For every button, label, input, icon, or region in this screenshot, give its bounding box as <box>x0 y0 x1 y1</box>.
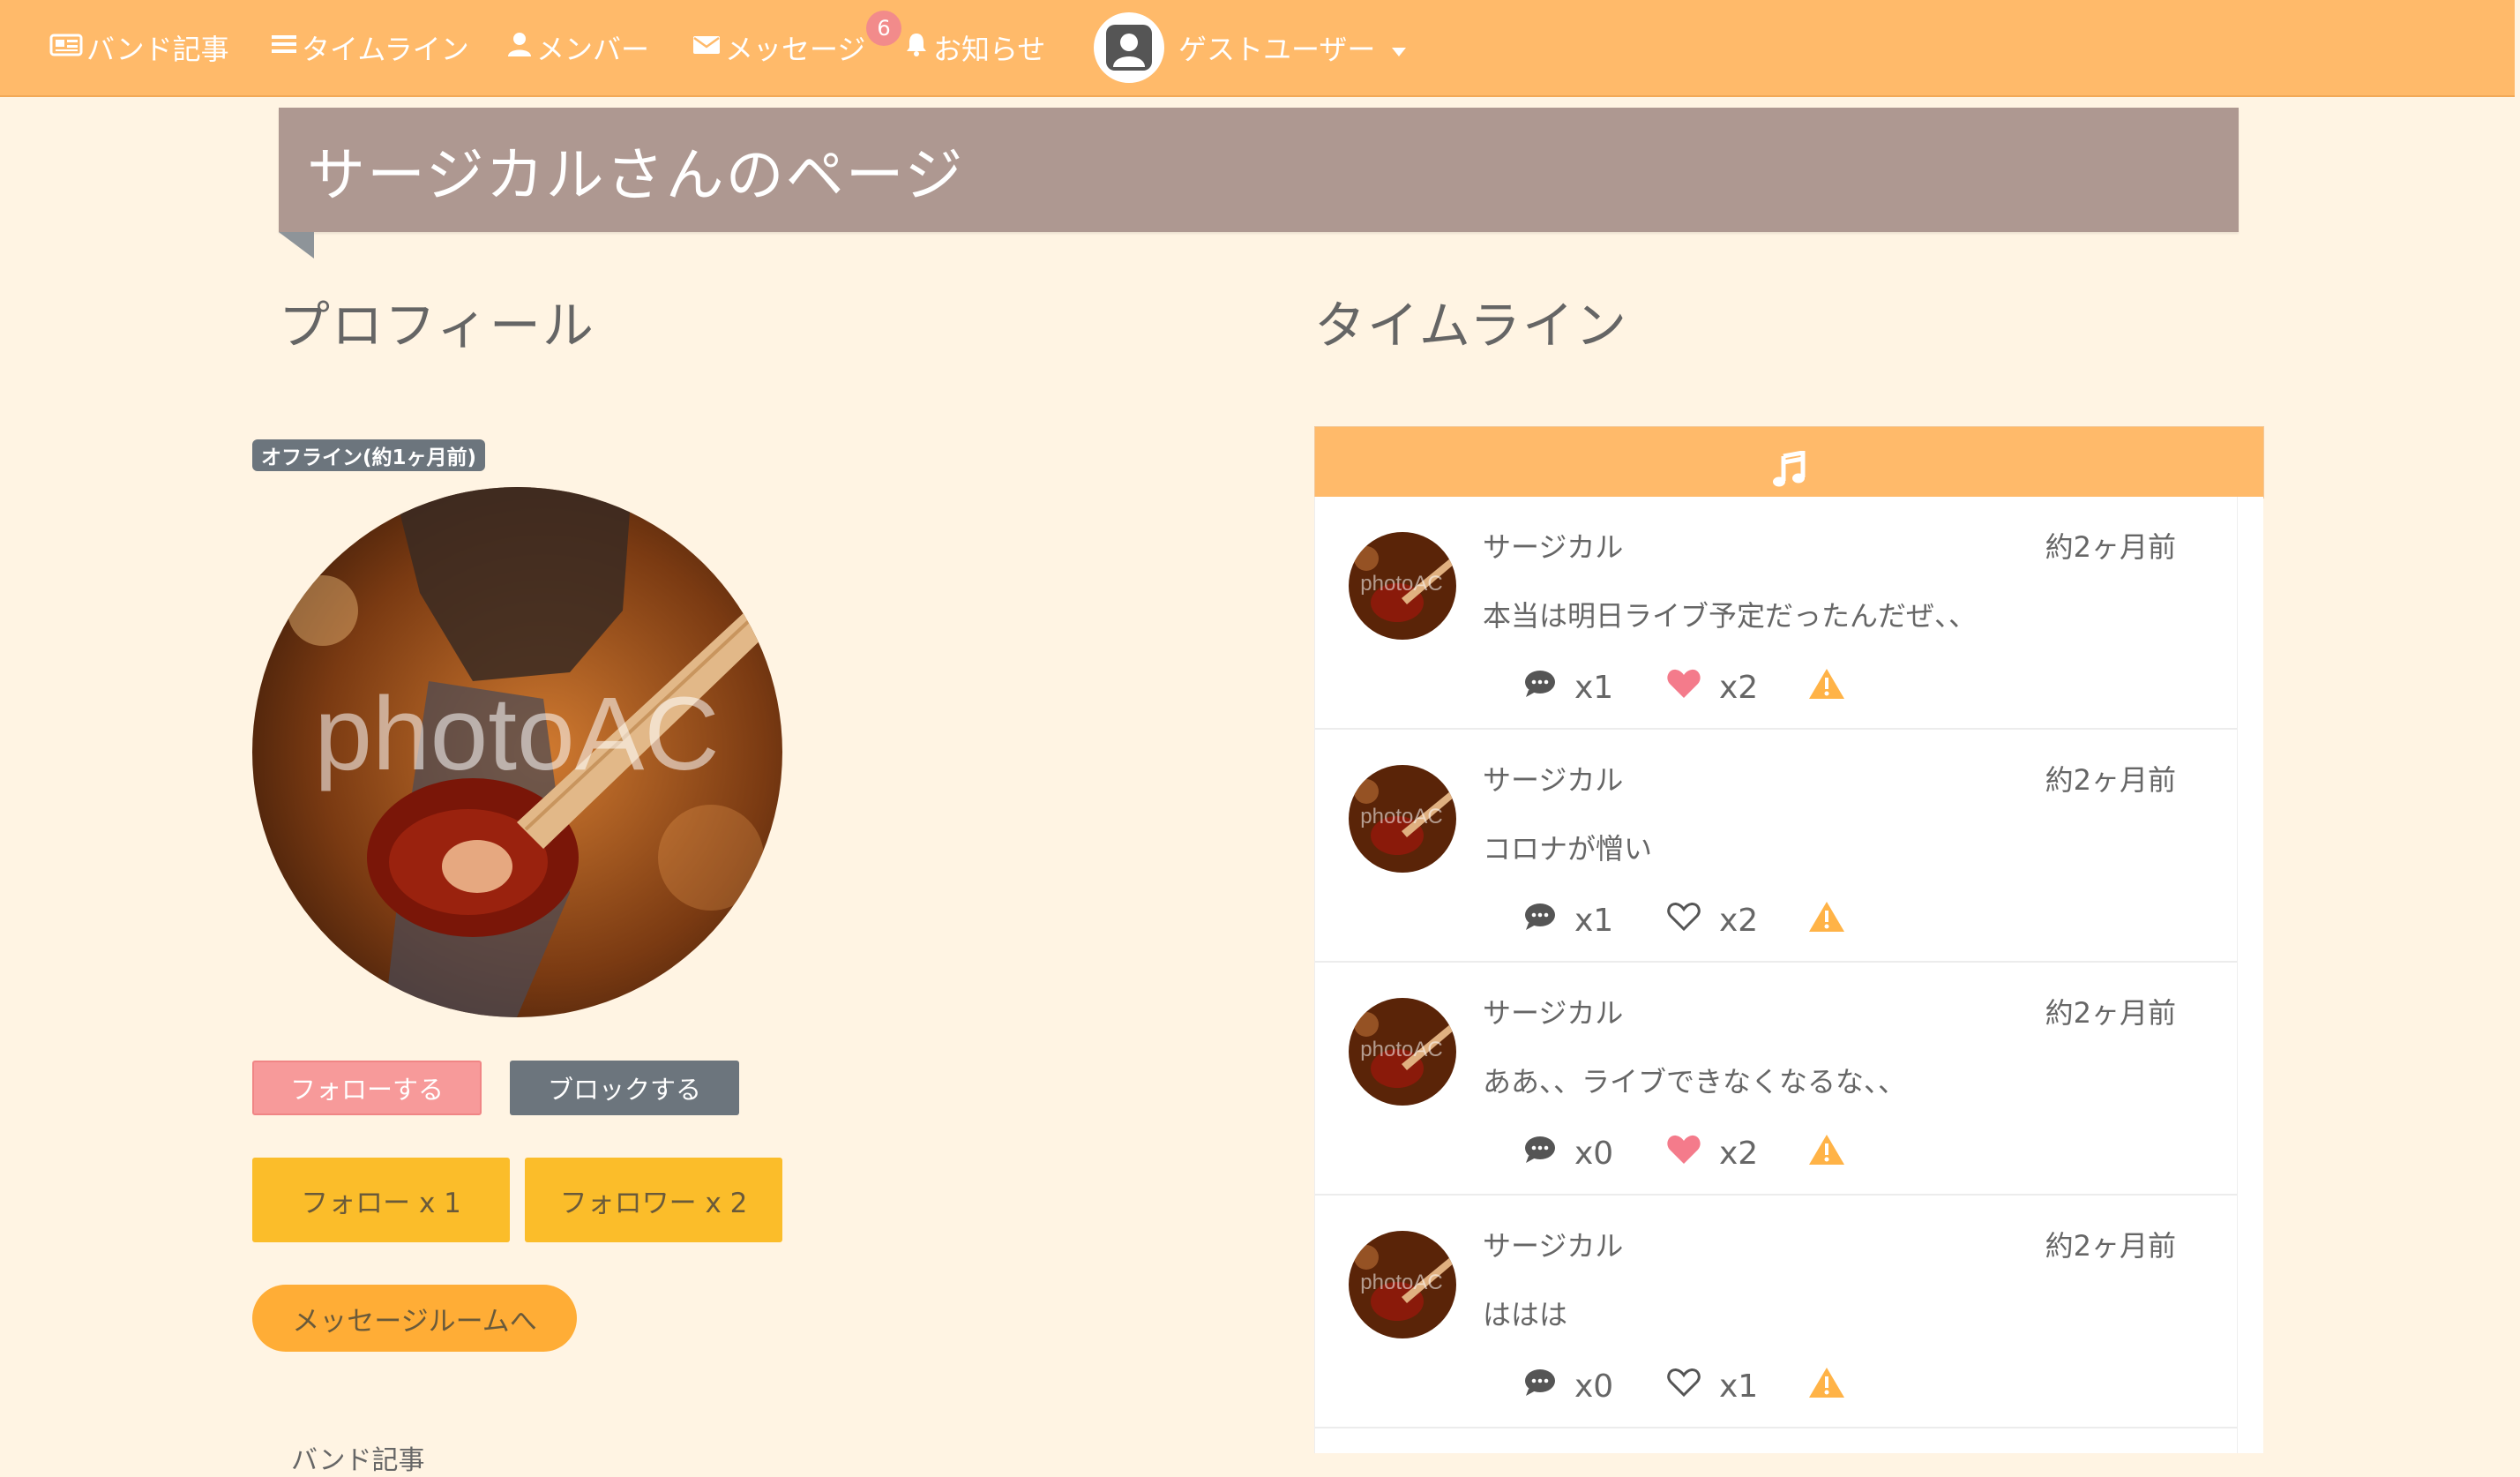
nav-item-label: メッセージ <box>725 33 866 66</box>
like-count: x1 <box>1719 1368 1759 1405</box>
avatar-icon <box>1106 25 1152 71</box>
page-header-banner: サージカルさんのページ <box>279 108 2239 232</box>
nav-item-notifications[interactable]: お知らせ <box>903 0 1045 95</box>
nav-item-timeline[interactable]: タイムライン <box>270 0 469 95</box>
svg-text:photoAC: photoAC <box>1360 572 1442 596</box>
user-menu-label: ゲストユーザー <box>1178 33 1376 66</box>
profile-heading: プロフィール <box>279 296 595 356</box>
warning-icon <box>1807 900 1846 941</box>
comment-button[interactable]: x1 <box>1523 668 1613 707</box>
warning-icon <box>1807 667 1846 709</box>
band-articles-heading: バンド記事 <box>291 1445 425 1476</box>
page-title: サージカルさんのページ <box>307 140 965 209</box>
following-count-button[interactable]: フォロー x 1 <box>252 1158 510 1242</box>
profile-photo: photoAC <box>252 487 782 1017</box>
follow-button[interactable]: フォローする <box>252 1061 482 1115</box>
timeline-list: photoAC サージカル 約2ヶ月前 本当は明日ライブ予定だったんだぜ、、 x… <box>1314 497 2238 1453</box>
timeline-post[interactable]: photoAC サージカル 約2ヶ月前 コロナが憎い x1 x2 <box>1315 730 2238 963</box>
caret-down-icon <box>1391 31 1410 64</box>
comment-count: x0 <box>1574 1368 1614 1405</box>
post-author-avatar[interactable]: photoAC <box>1349 998 1456 1106</box>
timeline-post[interactable]: photoAC サージカル 約2ヶ月前 本当は明日ライブ予定だったんだぜ、、 x… <box>1315 497 2238 730</box>
svg-text:photoAC: photoAC <box>1360 1038 1442 1061</box>
nav-item-messages[interactable]: メッセージ <box>692 0 865 95</box>
like-button[interactable]: x2 <box>1666 1134 1758 1173</box>
user-menu-dropdown[interactable]: ゲストユーザー <box>1178 0 1410 95</box>
top-navbar: バンド記事 タイムライン メンバー メッセージ 6 お知らせ ゲストユーザー <box>0 0 2515 97</box>
like-button[interactable]: x2 <box>1666 901 1758 940</box>
post-text: ははは <box>1483 1298 1568 1331</box>
message-count-badge: 6 <box>866 11 901 46</box>
report-button[interactable] <box>1807 1367 1846 1406</box>
nav-item-label: タイムライン <box>302 33 469 66</box>
post-author-name[interactable]: サージカル <box>1483 1224 1623 1264</box>
nav-item-label: お知らせ <box>933 33 1046 66</box>
comment-icon <box>1523 669 1557 707</box>
post-author-avatar[interactable]: photoAC <box>1349 765 1456 873</box>
svg-text:photoAC: photoAC <box>1360 805 1442 828</box>
comment-icon <box>1523 1135 1557 1173</box>
newspaper-icon <box>49 31 86 64</box>
report-button[interactable] <box>1807 1134 1846 1173</box>
post-author-avatar[interactable]: photoAC <box>1349 1231 1456 1338</box>
nav-item-band-articles[interactable]: バンド記事 <box>49 0 229 95</box>
message-room-button[interactable]: メッセージルームへ <box>252 1285 577 1352</box>
user-icon <box>506 31 536 64</box>
post-text: 本当は明日ライブ予定だったんだぜ、、 <box>1483 599 1978 633</box>
like-button[interactable]: x2 <box>1666 668 1758 707</box>
comment-button[interactable]: x0 <box>1523 1134 1613 1173</box>
post-author-name[interactable]: サージカル <box>1483 991 1623 1031</box>
followers-count-button[interactable]: フォロワー x 2 <box>525 1158 782 1242</box>
comment-count: x0 <box>1574 1135 1614 1172</box>
music-note-icon <box>1772 450 1806 491</box>
banner-fold-decoration <box>279 232 314 259</box>
nav-item-members[interactable]: メンバー <box>506 0 649 95</box>
post-text: コロナが憎い <box>1483 832 1653 866</box>
online-status-badge: オフライン(約1ヶ月前) <box>252 439 486 471</box>
heart-filled-icon <box>1666 668 1701 708</box>
post-timestamp: 約2ヶ月前 <box>2045 996 2176 1030</box>
user-avatar[interactable] <box>1094 12 1164 83</box>
warning-icon <box>1807 1133 1846 1174</box>
comment-button[interactable]: x1 <box>1523 901 1613 940</box>
like-count: x2 <box>1719 902 1759 939</box>
post-author-name[interactable]: サージカル <box>1483 758 1623 798</box>
report-button[interactable] <box>1807 668 1846 707</box>
post-timestamp: 約2ヶ月前 <box>2045 1229 2176 1263</box>
heart-outline-icon <box>1666 1367 1701 1406</box>
warning-icon <box>1807 1366 1846 1407</box>
comment-button[interactable]: x0 <box>1523 1367 1613 1406</box>
heart-outline-icon <box>1666 901 1701 941</box>
comment-icon <box>1523 1368 1557 1406</box>
list-icon <box>270 31 302 64</box>
post-author-avatar[interactable]: photoAC <box>1349 532 1456 640</box>
svg-text:photoAC: photoAC <box>1360 1271 1442 1294</box>
timeline-post[interactable]: photoAC サージカル 約2ヶ月前 ああ、、ライブできなくなるな、、 x0 … <box>1315 963 2238 1196</box>
heart-filled-icon <box>1666 1134 1701 1173</box>
bell-icon <box>903 31 933 64</box>
comment-icon <box>1523 902 1557 940</box>
like-button[interactable]: x1 <box>1666 1367 1758 1406</box>
nav-item-label: バンド記事 <box>86 33 229 66</box>
report-button[interactable] <box>1807 901 1846 940</box>
like-count: x2 <box>1719 1135 1759 1172</box>
nav-item-label: メンバー <box>536 33 650 66</box>
envelope-icon <box>692 31 725 64</box>
post-author-name[interactable]: サージカル <box>1483 525 1623 566</box>
post-timestamp: 約2ヶ月前 <box>2045 763 2176 797</box>
post-timestamp: 約2ヶ月前 <box>2045 530 2176 564</box>
timeline-post[interactable]: photoAC サージカル 約2ヶ月前 ははは x0 x1 <box>1315 1196 2238 1428</box>
post-text: ああ、、ライブできなくなるな、、 <box>1483 1065 1907 1098</box>
timeline-scrollbar[interactable] <box>2237 497 2263 1453</box>
like-count: x2 <box>1719 669 1759 706</box>
comment-count: x1 <box>1574 902 1614 939</box>
photo-watermark: photoAC <box>314 676 719 792</box>
comment-count: x1 <box>1574 669 1614 706</box>
timeline-header-bar <box>1314 426 2264 499</box>
timeline-heading: タイムライン <box>1314 296 1628 356</box>
block-button[interactable]: ブロックする <box>510 1061 739 1115</box>
